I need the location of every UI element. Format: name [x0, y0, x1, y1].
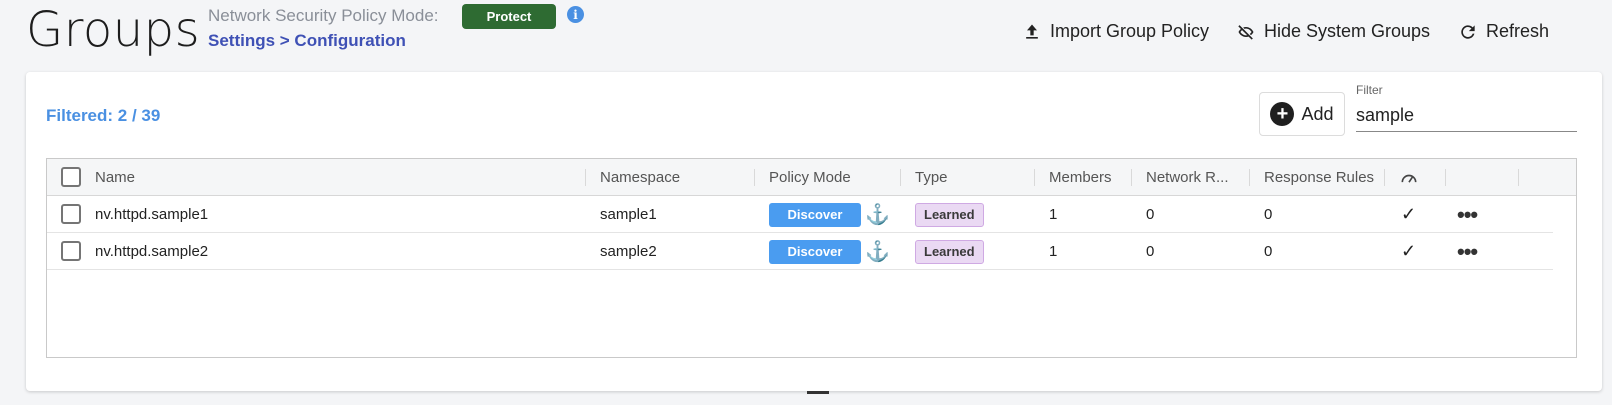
column-header-policy-mode[interactable]: Policy Mode: [769, 159, 851, 196]
import-group-policy-label: Import Group Policy: [1050, 21, 1210, 41]
column-header-namespace[interactable]: Namespace: [600, 159, 680, 196]
policy-mode-cell: Discover ⚓: [769, 196, 890, 233]
refresh-icon: [1461, 24, 1475, 39]
refresh-button[interactable]: Refresh: [1458, 21, 1549, 42]
column-divider[interactable]: [1131, 169, 1132, 186]
network-rules-value: 0: [1146, 243, 1155, 260]
groups-table: Name Namespace Policy Mode Type Members …: [46, 158, 1577, 358]
table-row[interactable]: nv.httpd.sample2 sample2 Discover ⚓ Lear…: [47, 233, 1553, 270]
column-divider[interactable]: [1034, 169, 1035, 186]
anchor-icon: ⚓: [865, 241, 890, 263]
policy-mode-pill[interactable]: Discover: [769, 202, 861, 227]
anchor-icon: ⚓: [865, 204, 890, 226]
more-horizontal-icon[interactable]: •••: [1457, 196, 1478, 233]
type-pill: Learned: [915, 202, 984, 227]
breadcrumb[interactable]: Settings > Configuration: [208, 31, 406, 51]
column-divider[interactable]: [1249, 169, 1250, 186]
response-rules-value: 0: [1264, 206, 1273, 223]
select-all-checkbox[interactable]: [61, 167, 81, 187]
type-cell: Learned: [915, 196, 984, 233]
column-divider[interactable]: [1445, 169, 1446, 186]
policy-mode-badge[interactable]: Protect: [462, 4, 556, 29]
gauge-icon: [1401, 174, 1417, 183]
hide-system-groups-label: Hide System Groups: [1264, 21, 1431, 41]
namespace-value: sample2: [600, 243, 657, 260]
column-divider[interactable]: [900, 169, 901, 186]
column-divider[interactable]: [585, 169, 586, 186]
column-header-score[interactable]: [1399, 159, 1419, 196]
table-header: Name Namespace Policy Mode Type Members …: [47, 159, 1576, 196]
table-row[interactable]: nv.httpd.sample1 sample1 Discover ⚓ Lear…: [47, 196, 1553, 233]
page-title: Groups: [26, 2, 201, 58]
type-cell: Learned: [915, 233, 984, 270]
members-value: 1: [1049, 243, 1058, 260]
add-circle-icon: +: [1270, 102, 1295, 126]
column-divider[interactable]: [1518, 169, 1519, 186]
column-header-response-rules[interactable]: Response Rules: [1264, 159, 1374, 196]
group-name: nv.httpd.sample1: [95, 206, 209, 223]
filter-input[interactable]: [1356, 100, 1577, 132]
refresh-label: Refresh: [1486, 21, 1550, 41]
column-divider[interactable]: [1384, 169, 1385, 186]
network-rules-value: 0: [1146, 206, 1155, 223]
policy-mode-cell: Discover ⚓: [769, 233, 890, 270]
add-label: Add: [1301, 103, 1334, 124]
type-pill: Learned: [915, 239, 984, 264]
row-checkbox[interactable]: [61, 204, 81, 224]
more-horizontal-icon[interactable]: •••: [1457, 233, 1478, 270]
info-icon[interactable]: i: [567, 6, 584, 23]
policy-mode-pill[interactable]: Discover: [769, 239, 861, 264]
members-value: 1: [1049, 206, 1058, 223]
groups-card: Filtered: 2 / 39 + Add Filter Name Names…: [26, 72, 1602, 391]
policy-mode-label: Network Security Policy Mode:: [208, 6, 439, 25]
response-rules-value: 0: [1264, 243, 1273, 260]
add-group-button[interactable]: + Add: [1259, 92, 1345, 136]
filtered-count: Filtered: 2 / 39: [46, 106, 161, 125]
column-header-members[interactable]: Members: [1049, 159, 1112, 196]
namespace-value: sample1: [600, 206, 657, 223]
filter-label: Filter: [1356, 83, 1383, 97]
column-header-network-rules[interactable]: Network R...: [1146, 159, 1229, 196]
import-group-policy-button[interactable]: Import Group Policy: [1022, 21, 1209, 42]
group-name: nv.httpd.sample2: [95, 243, 209, 260]
column-divider[interactable]: [754, 169, 755, 186]
upload-icon: [1026, 24, 1038, 39]
eye-off-icon: [1238, 24, 1254, 40]
check-icon: ✓: [1401, 241, 1417, 261]
column-header-type[interactable]: Type: [915, 159, 948, 196]
row-checkbox[interactable]: [61, 241, 81, 261]
hide-system-groups-button[interactable]: Hide System Groups: [1236, 21, 1430, 42]
panel-resize-handle[interactable]: [807, 391, 829, 394]
check-icon: ✓: [1401, 204, 1417, 224]
column-header-name[interactable]: Name: [95, 159, 135, 196]
